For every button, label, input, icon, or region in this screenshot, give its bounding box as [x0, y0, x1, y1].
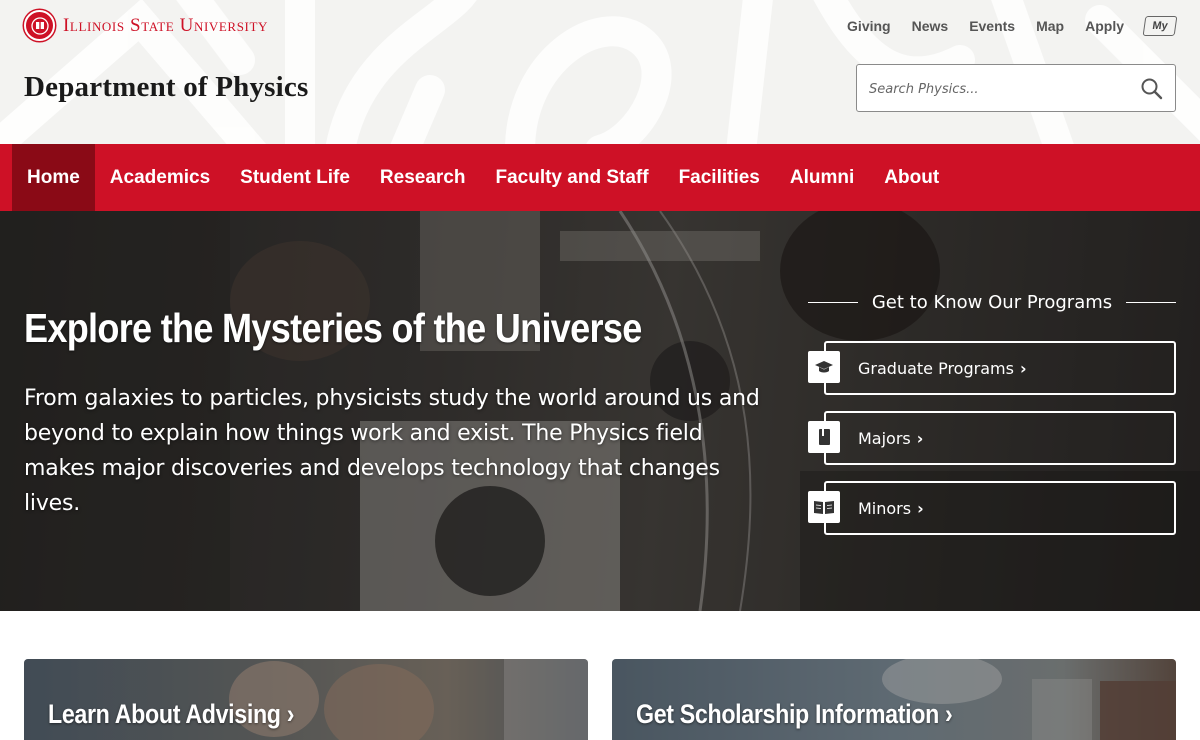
nav-item-facilities[interactable]: Facilities: [664, 144, 775, 211]
chevron-right-icon: ›: [916, 428, 924, 448]
open-book-icon: [808, 491, 840, 523]
main-nav: Home Academics Student Life Research Fac…: [0, 144, 1200, 211]
programs-heading-text: Get to Know Our Programs: [871, 291, 1113, 313]
search-box: [856, 64, 1176, 112]
redbird-seal-icon: [24, 10, 55, 41]
programs-heading: Get to Know Our Programs: [808, 289, 1177, 315]
nav-item-student-life[interactable]: Student Life: [225, 144, 365, 211]
utility-link-news[interactable]: News: [912, 18, 949, 34]
search-input[interactable]: [869, 77, 1129, 101]
nav-item-research[interactable]: Research: [365, 144, 481, 211]
hero-banner: Explore the Mysteries of the Universe Fr…: [0, 211, 1200, 611]
hero-title: Explore the Mysteries of the Universe: [24, 305, 642, 351]
utility-link-map[interactable]: Map: [1036, 18, 1064, 34]
search-icon[interactable]: [1139, 76, 1165, 102]
graduation-cap-icon: [808, 351, 840, 383]
chevron-right-icon: ›: [286, 699, 295, 729]
book-icon: [808, 421, 840, 453]
university-name: Illinois State University: [63, 14, 268, 36]
nav-item-faculty-and-staff[interactable]: Faculty and Staff: [480, 144, 663, 211]
programs-panel: Get to Know Our Programs Graduate Progra…: [808, 289, 1177, 535]
scholarship-card-title: Get Scholarship Information ›: [636, 699, 953, 730]
heading-rule-right: [1126, 301, 1177, 303]
utility-link-events[interactable]: Events: [969, 18, 1015, 34]
utility-nav: Giving News Events Map Apply My: [826, 16, 1178, 36]
hero-description: From galaxies to particles, physicists s…: [24, 386, 760, 516]
chevron-right-icon: ›: [1019, 358, 1027, 378]
university-brand[interactable]: Illinois State University: [24, 10, 268, 41]
utility-link-apply[interactable]: Apply: [1085, 18, 1124, 34]
nav-item-alumni[interactable]: Alumni: [775, 144, 869, 211]
majors-button[interactable]: Majors ›: [824, 411, 1176, 465]
advising-card-title: Learn About Advising ›: [48, 699, 294, 730]
advising-card-label: Learn About Advising: [48, 699, 281, 729]
graduate-programs-button[interactable]: Graduate Programs ›: [824, 341, 1176, 395]
chevron-right-icon: ›: [917, 498, 924, 518]
scholarship-card-label: Get Scholarship Information: [636, 699, 939, 729]
scholarship-card[interactable]: Get Scholarship Information ›: [612, 659, 1176, 740]
minors-button[interactable]: Minors ›: [824, 481, 1176, 535]
heading-rule-left: [808, 301, 858, 303]
my-isu-button[interactable]: My: [1142, 16, 1178, 36]
graduate-programs-label: Graduate Programs: [858, 358, 1014, 378]
nav-item-home[interactable]: Home: [12, 144, 95, 211]
department-title[interactable]: Department of Physics: [24, 71, 309, 104]
minors-label: Minors: [858, 498, 912, 518]
nav-item-academics[interactable]: Academics: [95, 144, 225, 211]
nav-item-about[interactable]: About: [869, 144, 954, 211]
utility-link-giving[interactable]: Giving: [847, 18, 891, 34]
advising-card[interactable]: Learn About Advising ›: [24, 659, 588, 740]
majors-label: Majors: [858, 428, 911, 448]
chevron-right-icon: ›: [945, 699, 953, 729]
site-header: Illinois State University Department of …: [0, 0, 1200, 144]
